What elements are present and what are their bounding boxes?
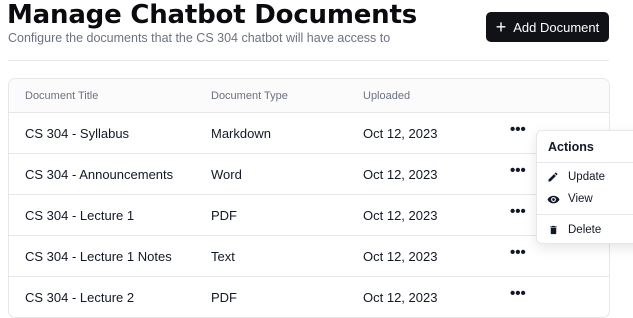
page-subtitle: Configure the documents that the CS 304 …: [8, 31, 391, 45]
document-title-cell: CS 304 - Lecture 2: [25, 290, 135, 305]
document-type-cell: Word: [211, 167, 242, 182]
document-title-cell: CS 304 - Lecture 1 Notes: [25, 249, 172, 264]
table-row[interactable]: CS 304 - Announcements Word Oct 12, 2023…: [9, 154, 609, 195]
more-horizontal-icon[interactable]: •••: [510, 204, 526, 220]
document-type-cell: Text: [211, 249, 235, 264]
menu-item-label: View: [568, 193, 593, 205]
more-horizontal-icon[interactable]: •••: [510, 122, 526, 138]
add-document-label: Add Document: [513, 19, 600, 35]
column-header-uploaded[interactable]: Uploaded: [363, 90, 410, 102]
document-type-cell: PDF: [211, 208, 237, 223]
actions-menu-title: Actions: [548, 140, 594, 154]
column-header-title[interactable]: Document Title: [25, 90, 98, 102]
menu-item-label: Update: [568, 171, 606, 183]
uploaded-date-cell: Oct 12, 2023: [363, 126, 438, 141]
table-row[interactable]: CS 304 - Lecture 1 PDF Oct 12, 2023 •••: [9, 195, 609, 236]
table-header: Document Title Document Type Uploaded: [9, 79, 609, 113]
documents-table: Document Title Document Type Uploaded CS…: [8, 78, 610, 318]
menu-item-delete[interactable]: Delete: [537, 219, 633, 241]
document-type-cell: Markdown: [211, 126, 271, 141]
pencil-icon: [546, 171, 560, 183]
more-horizontal-icon[interactable]: •••: [510, 286, 526, 302]
menu-divider: [537, 162, 633, 163]
more-horizontal-icon[interactable]: •••: [510, 163, 526, 179]
menu-divider: [537, 214, 633, 215]
document-title-cell: CS 304 - Syllabus: [25, 126, 130, 141]
menu-item-label: Delete: [568, 224, 602, 236]
table-row[interactable]: CS 304 - Lecture 2 PDF Oct 12, 2023 •••: [9, 277, 609, 317]
more-horizontal-icon[interactable]: •••: [510, 245, 526, 261]
add-document-button[interactable]: + Add Document: [486, 12, 609, 42]
uploaded-date-cell: Oct 12, 2023: [363, 249, 438, 264]
table-row[interactable]: CS 304 - Syllabus Markdown Oct 12, 2023 …: [9, 113, 609, 154]
document-title-cell: CS 304 - Lecture 1: [25, 208, 135, 223]
menu-item-update[interactable]: Update: [537, 166, 633, 188]
column-header-type[interactable]: Document Type: [211, 90, 288, 102]
uploaded-date-cell: Oct 12, 2023: [363, 208, 438, 223]
menu-item-view[interactable]: View: [537, 188, 633, 210]
trash-icon: [546, 224, 560, 236]
actions-menu: Actions Update View Delete: [536, 130, 633, 244]
uploaded-date-cell: Oct 12, 2023: [363, 167, 438, 182]
plus-icon: +: [495, 16, 507, 37]
document-title-cell: CS 304 - Announcements: [25, 167, 174, 182]
uploaded-date-cell: Oct 12, 2023: [363, 290, 438, 305]
eye-icon: [546, 193, 560, 206]
page-title: Manage Chatbot Documents: [7, 0, 417, 30]
document-type-cell: PDF: [211, 290, 237, 305]
header-divider: [8, 60, 609, 61]
table-row[interactable]: CS 304 - Lecture 1 Notes Text Oct 12, 20…: [9, 236, 609, 277]
